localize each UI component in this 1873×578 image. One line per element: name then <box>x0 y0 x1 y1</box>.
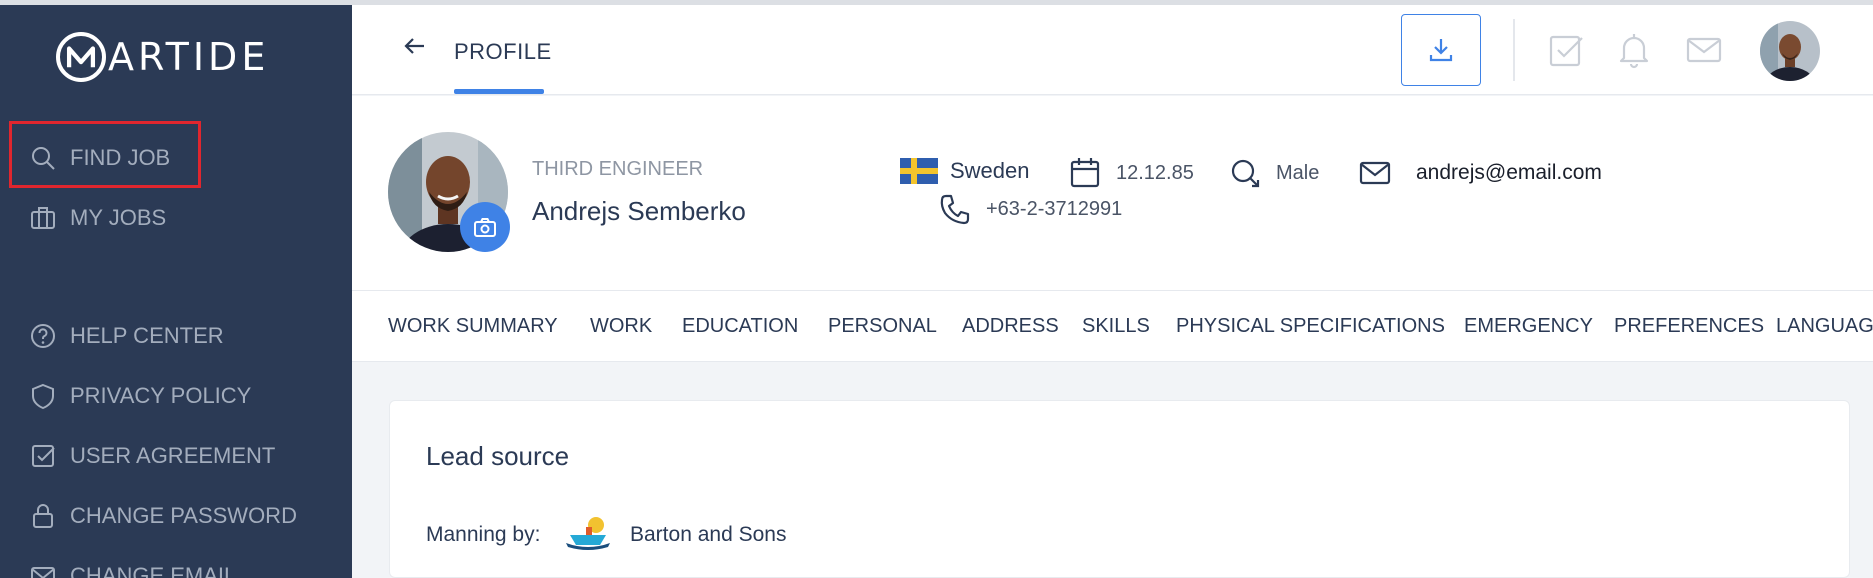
sidebar-item-change-password[interactable]: CHANGE PASSWORD <box>28 494 297 538</box>
phone-value: +63-2-3712991 <box>986 197 1123 220</box>
tab-personal[interactable]: PERSONAL <box>828 315 937 338</box>
sidebar-item-label: HELP CENTER <box>70 323 224 348</box>
tab-education[interactable]: EDUCATION <box>682 315 798 338</box>
profile-role: THIRD ENGINEER <box>532 158 704 180</box>
sidebar-item-label: PRIVACY POLICY <box>70 383 252 408</box>
sweden-flag-icon <box>900 158 938 184</box>
question-circle-icon <box>28 321 58 351</box>
birthdate-value: 12.12.85 <box>1116 161 1194 184</box>
shield-icon <box>28 381 58 411</box>
mail-icon <box>28 561 58 578</box>
tab-languages[interactable]: LANGUAG <box>1776 315 1873 338</box>
sidebar-item-privacy-policy[interactable]: PRIVACY POLICY <box>28 374 251 418</box>
gender-icon <box>1231 159 1260 188</box>
lead-source-card: Lead source Manning by: Barton and Sons <box>389 400 1850 578</box>
logo-text: ARTIDE <box>108 35 270 79</box>
country-info: Sweden <box>900 158 1030 184</box>
tab-skills[interactable]: SKILLS <box>1082 315 1150 338</box>
company-logo <box>564 513 612 553</box>
sidebar-item-label: CHANGE EMAIL <box>70 563 237 578</box>
sidebar-item-change-email[interactable]: CHANGE EMAIL <box>28 554 236 578</box>
back-arrow-icon[interactable] <box>400 31 430 61</box>
calendar-icon <box>1070 158 1100 188</box>
tab-physical-specifications[interactable]: PHYSICAL SPECIFICATIONS <box>1176 315 1445 338</box>
header-divider <box>1513 19 1515 81</box>
country-value: Sweden <box>950 158 1030 183</box>
phone-icon <box>940 194 970 225</box>
lock-icon <box>28 501 58 531</box>
gender-value: Male <box>1276 161 1320 184</box>
bell-icon[interactable] <box>1613 27 1655 73</box>
tab-address[interactable]: ADDRESS <box>962 315 1059 338</box>
profile-tabs: WORK SUMMARY WORK EDUCATION PERSONAL ADD… <box>352 290 1873 362</box>
company-name[interactable]: Barton and Sons <box>630 523 786 547</box>
profile-card: THIRD ENGINEER Andrejs Semberko Sweden 1… <box>352 96 1873 290</box>
briefcase-icon <box>28 203 58 233</box>
card-title: Lead source <box>426 441 570 471</box>
download-icon <box>1429 39 1453 62</box>
active-tab-indicator <box>454 89 544 94</box>
email-value: andrejs@email.com <box>1416 161 1602 184</box>
top-header: PROFILE <box>352 5 1873 95</box>
gender-info: Male <box>1228 156 1319 190</box>
sidebar-item-user-agreement[interactable]: USER AGREEMENT <box>28 434 275 478</box>
manning-label: Manning by: <box>426 523 541 546</box>
tab-preferences[interactable]: PREFERENCES <box>1614 315 1764 338</box>
profile-name: Andrejs Semberko <box>532 196 746 226</box>
email-info: andrejs@email.com <box>1358 156 1602 190</box>
checkbox-icon <box>28 441 58 471</box>
avatar[interactable] <box>1760 21 1820 81</box>
logo-m-icon <box>66 46 96 68</box>
sidebar: ARTIDE FIND JOB MY JOBS HELP CENTER PRIV… <box>0 5 352 578</box>
find-job-highlight-box <box>9 121 201 188</box>
tab-work[interactable]: WORK <box>590 315 652 338</box>
logo[interactable]: ARTIDE <box>56 29 269 85</box>
sidebar-item-label: MY JOBS <box>70 205 167 230</box>
phone-info: +63-2-3712991 <box>938 192 1122 226</box>
tab-work-summary[interactable]: WORK SUMMARY <box>388 315 558 338</box>
sidebar-item-label: CHANGE PASSWORD <box>70 503 297 528</box>
download-button[interactable] <box>1401 14 1481 86</box>
mail-icon[interactable] <box>1683 27 1725 73</box>
tab-profile[interactable]: PROFILE <box>454 39 552 65</box>
checklist-icon[interactable] <box>1545 27 1587 73</box>
mail-icon <box>1359 161 1391 185</box>
tab-emergency[interactable]: EMERGENCY <box>1464 315 1593 338</box>
birthdate-info: 12.12.85 <box>1068 156 1194 190</box>
sidebar-item-label: USER AGREEMENT <box>70 443 276 468</box>
change-photo-button[interactable] <box>460 202 510 252</box>
camera-icon <box>474 218 496 237</box>
sidebar-item-my-jobs[interactable]: MY JOBS <box>28 196 166 240</box>
sidebar-item-help-center[interactable]: HELP CENTER <box>28 314 224 358</box>
logo-mark <box>56 32 106 82</box>
